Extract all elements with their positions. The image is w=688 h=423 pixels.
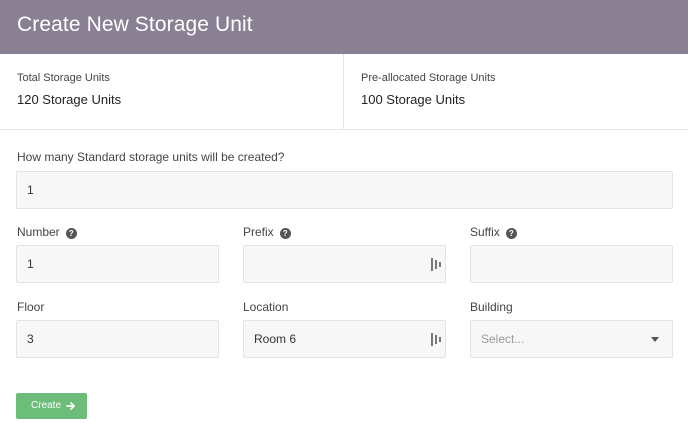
floor-label: Floor <box>17 300 45 314</box>
unit-count-question: How many Standard storage units will be … <box>17 150 285 164</box>
help-icon[interactable]: ? <box>505 228 517 239</box>
prefix-input[interactable] <box>243 245 446 283</box>
input-extension-icon[interactable] <box>431 258 441 271</box>
help-icon[interactable]: ? <box>279 228 291 239</box>
input-extension-icon[interactable] <box>431 333 441 346</box>
stat-preallocated-value: 100 Storage Units <box>361 92 466 107</box>
help-icon[interactable]: ? <box>65 228 77 239</box>
number-input[interactable]: 1 <box>16 245 219 283</box>
number-label: Number? <box>17 225 77 239</box>
number-label-text: Number <box>17 225 60 239</box>
suffix-input[interactable] <box>470 245 673 283</box>
prefix-label: Prefix? <box>243 225 291 239</box>
floor-input[interactable]: 3 <box>16 320 219 358</box>
location-value: Room 6 <box>254 332 297 346</box>
suffix-label-text: Suffix <box>470 225 500 239</box>
page-title: Create New Storage Unit <box>17 13 253 36</box>
create-button[interactable]: Create <box>16 393 87 419</box>
location-label: Location <box>243 300 289 314</box>
page-header: Create New Storage Unit <box>0 0 688 54</box>
unit-count-value: 1 <box>27 183 34 197</box>
stat-total: Total Storage Units 120 Storage Units <box>0 54 344 129</box>
building-select[interactable]: Select... <box>470 320 673 358</box>
number-value: 1 <box>27 257 34 271</box>
create-button-label: Create <box>31 400 62 411</box>
building-label: Building <box>470 300 513 314</box>
suffix-label: Suffix? <box>470 225 517 239</box>
floor-value: 3 <box>27 332 34 346</box>
storage-stats: Total Storage Units 120 Storage Units Pr… <box>0 54 688 130</box>
stat-total-value: 120 Storage Units <box>17 92 122 107</box>
arrow-right-icon <box>66 402 75 410</box>
stat-preallocated-label: Pre-allocated Storage Units <box>361 72 496 84</box>
prefix-label-text: Prefix <box>243 225 274 239</box>
stat-total-label: Total Storage Units <box>17 72 110 84</box>
unit-count-input[interactable]: 1 <box>16 171 673 209</box>
chevron-down-icon[interactable] <box>651 337 659 342</box>
stat-preallocated: Pre-allocated Storage Units 100 Storage … <box>345 54 688 129</box>
building-placeholder: Select... <box>481 332 525 346</box>
location-input[interactable]: Room 6 <box>243 320 446 358</box>
